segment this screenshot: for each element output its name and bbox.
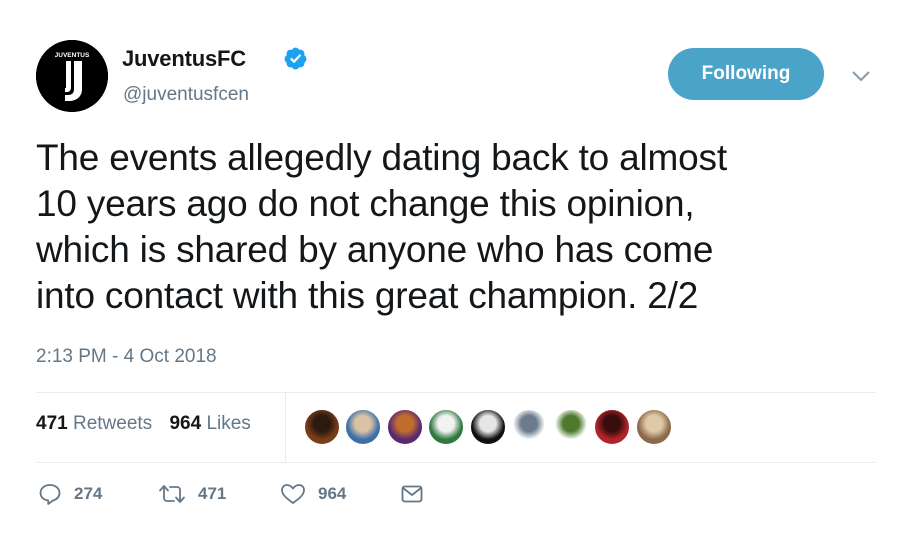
liker-avatar-2[interactable]	[345, 409, 381, 445]
liker-avatar-1[interactable]	[304, 409, 340, 445]
reply-icon	[39, 484, 61, 505]
retweets-stat[interactable]: 471 Retweets	[36, 413, 152, 435]
tweet-text-line: into contact with this great champion. 2…	[36, 275, 699, 316]
tweet-timestamp[interactable]: 2:13 PM - 4 Oct 2018	[36, 346, 217, 368]
juventus-logo-icon: JUVENTUS	[36, 40, 108, 112]
liker-avatar-9[interactable]	[636, 409, 672, 445]
svg-text:JUVENTUS: JUVENTUS	[55, 52, 90, 59]
liker-avatar-7[interactable]	[553, 409, 589, 445]
author-handle[interactable]: @juventusfcen	[123, 84, 249, 106]
following-button[interactable]: Following	[668, 48, 824, 100]
retweet-icon	[159, 485, 185, 503]
tweet-text-line: 10 years ago do not change this opinion,	[36, 183, 695, 224]
tweet-stats: 471 Retweets 964 Likes	[36, 413, 251, 435]
like-count: 964	[318, 484, 347, 503]
author-display-name[interactable]: JuventusFC	[122, 46, 246, 72]
tweet-text: The events allegedly dating back to almo…	[36, 135, 856, 319]
retweets-label: Retweets	[72, 413, 153, 434]
like-button[interactable]: 964	[280, 482, 346, 506]
tweet-text-line: The events allegedly dating back to almo…	[36, 137, 727, 178]
divider	[285, 392, 286, 462]
tweet-card: JUVENTUS JuventusFC @juventusfcen Follow…	[0, 0, 910, 548]
retweet-button[interactable]: 471	[158, 482, 226, 506]
chevron-down-icon[interactable]	[850, 68, 872, 84]
reply-count: 274	[74, 484, 103, 503]
liker-avatar-6[interactable]	[511, 409, 547, 445]
direct-message-button[interactable]	[400, 482, 424, 506]
liker-avatar-4[interactable]	[428, 409, 464, 445]
liker-avatar-8[interactable]	[594, 409, 630, 445]
tweet-text-line: which is shared by anyone who has come	[36, 229, 714, 270]
likes-label: Likes	[206, 413, 251, 434]
divider	[36, 392, 876, 393]
author-avatar[interactable]: JUVENTUS	[36, 40, 108, 112]
liker-avatar-5[interactable]	[470, 409, 506, 445]
reply-button[interactable]: 274	[38, 482, 102, 506]
likes-count: 964	[169, 413, 202, 434]
retweets-count: 471	[36, 413, 68, 434]
liker-avatar-3[interactable]	[387, 409, 423, 445]
heart-icon	[281, 484, 305, 504]
divider	[36, 462, 876, 463]
envelope-icon	[401, 485, 423, 503]
retweet-count: 471	[198, 484, 227, 503]
verified-badge-icon	[284, 47, 307, 70]
likes-stat[interactable]: 964 Likes	[169, 413, 250, 435]
